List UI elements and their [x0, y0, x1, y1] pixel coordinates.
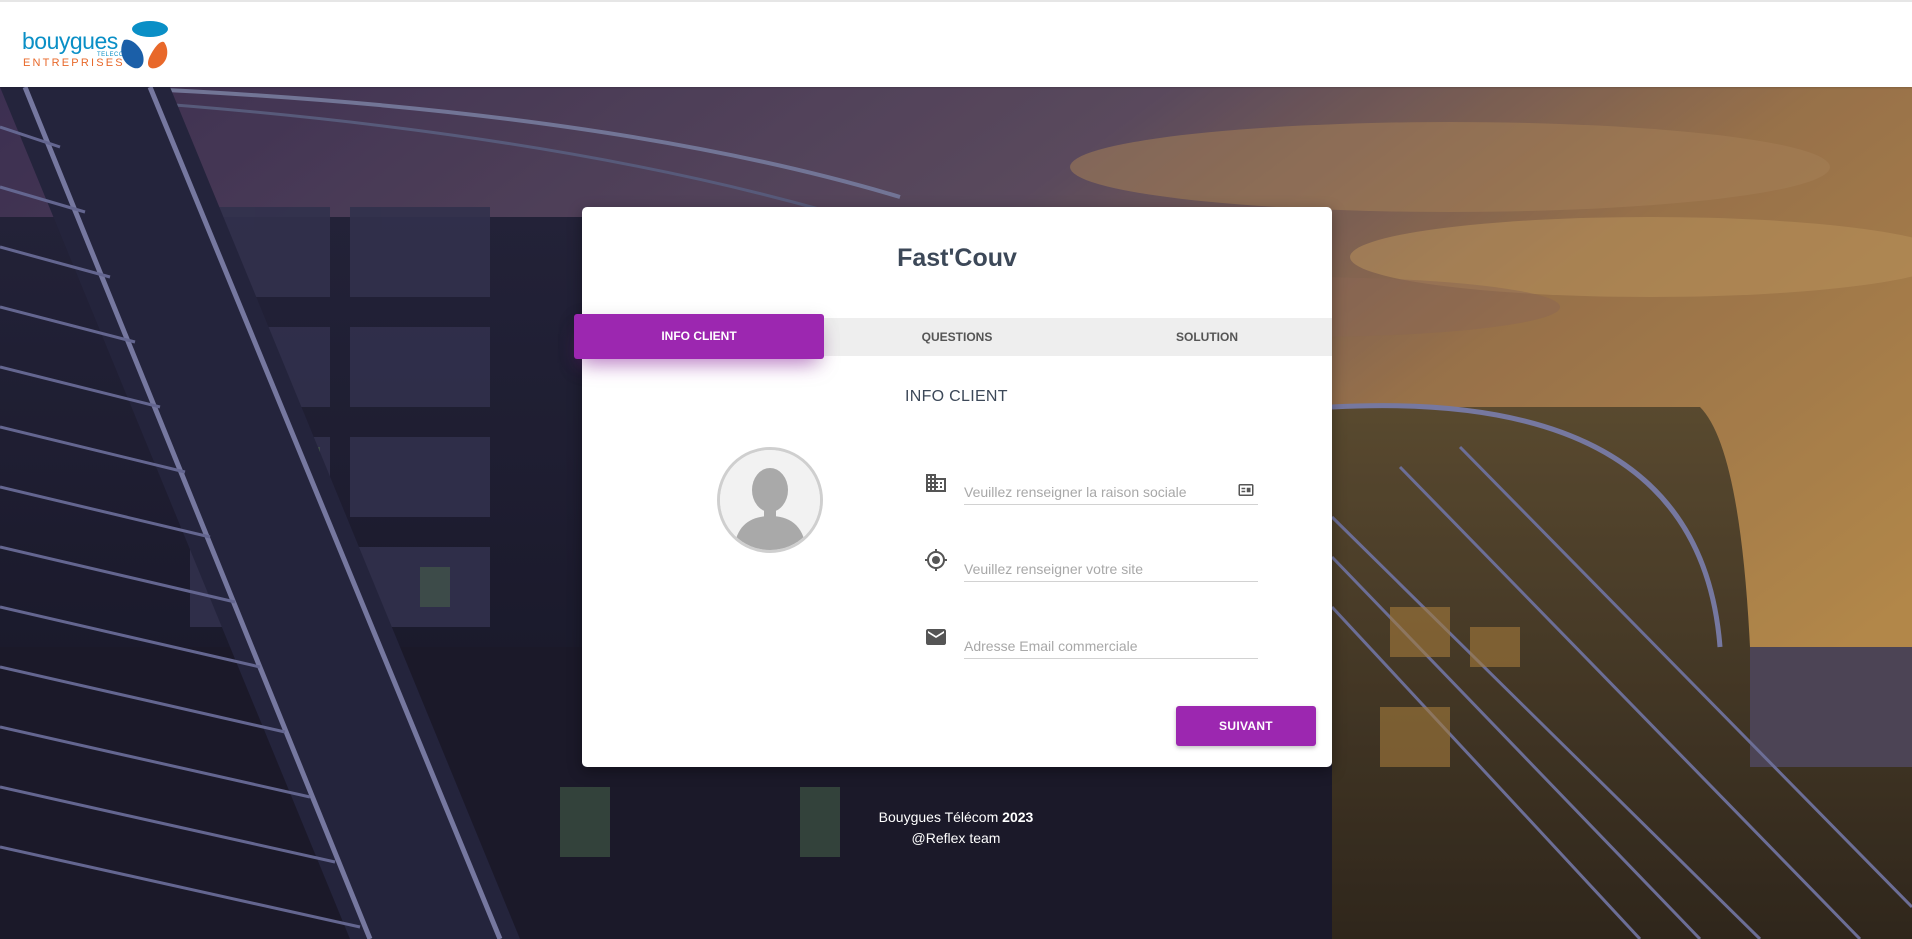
email-field — [924, 623, 1264, 669]
footer-company: Bouygues Télécom — [878, 809, 999, 825]
next-button[interactable]: SUIVANT — [1176, 706, 1316, 746]
logo-sub: ENTREPRISES — [23, 57, 125, 69]
tab-solution[interactable]: SOLUTION — [1082, 318, 1332, 356]
business-icon — [926, 474, 946, 492]
location-target-icon — [925, 549, 947, 571]
site-input[interactable] — [964, 556, 1258, 582]
tab-info-client[interactable]: INFO CLIENT — [574, 314, 824, 359]
bouygues-telecom-logo[interactable]: bouygues TELECOM ENTREPRISES — [22, 20, 172, 72]
tab-questions[interactable]: QUESTIONS — [832, 318, 1082, 356]
company-name-input[interactable] — [964, 479, 1258, 505]
bouygues-bird-icon — [121, 21, 168, 69]
footer: Bouygues Télécom 2023 @Reflex team — [0, 807, 1912, 849]
app-title: Fast'Couv — [897, 244, 1017, 272]
footer-copyright: Bouygues Télécom 2023 — [0, 807, 1912, 828]
company-name-field — [924, 469, 1264, 515]
footer-team: @Reflex team — [911, 830, 1001, 846]
top-bar: bouygues TELECOM ENTREPRISES — [0, 0, 1912, 87]
site-field — [924, 546, 1264, 592]
wizard-card: Fast'Couv QUESTIONS SOLUTION INFO CLIENT… — [574, 207, 1332, 767]
email-input[interactable] — [964, 633, 1258, 659]
contact-card-icon[interactable] — [1237, 481, 1255, 499]
user-avatar-icon — [717, 447, 823, 553]
section-title: INFO CLIENT — [905, 388, 1008, 405]
mail-icon — [926, 629, 946, 645]
footer-year: 2023 — [1002, 809, 1034, 825]
logo-word: bouygues — [22, 28, 118, 54]
